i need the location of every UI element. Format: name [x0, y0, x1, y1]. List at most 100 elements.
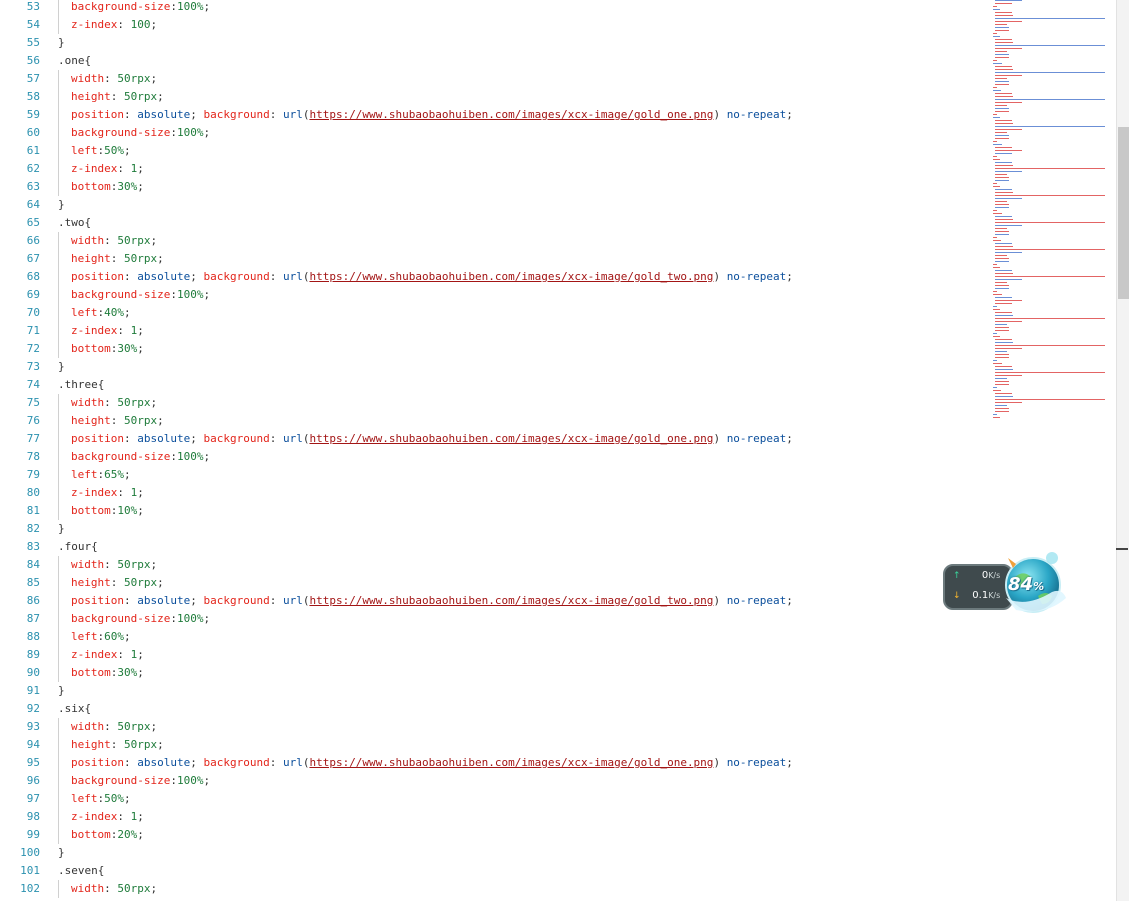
code-line[interactable]: .one{ — [58, 52, 1116, 70]
code-line[interactable]: z-index: 1; — [58, 808, 1116, 826]
token-sel: .seven — [58, 864, 98, 877]
code-line[interactable]: z-index: 1; — [58, 484, 1116, 502]
code-line[interactable]: bottom:30%; — [58, 664, 1116, 682]
code-line[interactable]: width: 50rpx; — [58, 232, 1116, 250]
indent-guide — [58, 322, 59, 340]
code-line[interactable]: bottom:30%; — [58, 340, 1116, 358]
code-line[interactable]: } — [58, 34, 1116, 52]
code-line[interactable]: bottom:30%; — [58, 178, 1116, 196]
token-brace: { — [84, 216, 92, 229]
code-line[interactable]: position: absolute; background: url(http… — [58, 754, 1116, 772]
minimap-line — [993, 156, 997, 157]
line-number: 90 — [26, 666, 40, 679]
code-area[interactable]: background-size:100%; z-index: 100;} .one{… — [58, 0, 1116, 898]
token-url[interactable]: https://www.shubaobaohuiben.com/images/x… — [309, 432, 713, 445]
line-number: 58 — [26, 90, 40, 103]
token-punct: : — [117, 18, 131, 31]
token-punct: ; — [157, 414, 164, 427]
code-line[interactable]: left:50%; — [58, 142, 1116, 160]
code-line[interactable]: .seven{ — [58, 862, 1116, 880]
minimap-line — [993, 213, 1003, 214]
minimap-line — [995, 12, 1012, 13]
code-line[interactable]: position: absolute; background: url(http… — [58, 106, 1116, 124]
code-line[interactable]: height: 50rpx; — [58, 250, 1116, 268]
minimap-line — [995, 42, 1014, 43]
token-punct: : — [104, 720, 118, 733]
code-line[interactable]: left:50%; — [58, 790, 1116, 808]
minimap-line — [995, 312, 1012, 313]
line-number: 71 — [26, 324, 40, 337]
code-line[interactable]: left:65%; — [58, 466, 1116, 484]
vertical-scrollbar[interactable] — [1116, 0, 1129, 901]
minimap-line — [995, 105, 1007, 106]
indent-guide — [58, 430, 59, 448]
code-line[interactable]: height: 50rpx; — [58, 736, 1116, 754]
token-num: 50rpx — [117, 720, 151, 733]
code-editor[interactable]: 53 54 55 56 57 58 59 60 61 62 63 64 65 66 67 68 69 70 71 72… — [0, 0, 1116, 901]
code-line[interactable]: height: 50rpx; — [58, 88, 1116, 106]
minimap-line — [993, 183, 997, 184]
token-punct: ; — [786, 594, 793, 607]
code-line[interactable]: z-index: 1; — [58, 646, 1116, 664]
token-url[interactable]: https://www.shubaobaohuiben.com/images/x… — [309, 594, 713, 607]
indent-guide — [58, 628, 59, 646]
token-url[interactable]: https://www.shubaobaohuiben.com/images/x… — [309, 108, 713, 121]
code-line[interactable]: width: 50rpx; — [58, 394, 1116, 412]
code-line[interactable]: background-size:100%; — [58, 772, 1116, 790]
token-punct: ; — [150, 72, 158, 85]
code-line[interactable]: background-size:100%; — [58, 286, 1116, 304]
minimap-line — [995, 57, 1010, 58]
indent-guide — [58, 178, 59, 196]
scrollbar-thumb[interactable] — [1118, 127, 1129, 299]
code-line[interactable]: position: absolute; background: url(http… — [58, 430, 1116, 448]
code-line[interactable]: background-size:100%; — [58, 610, 1116, 628]
code-line[interactable]: z-index: 100; — [58, 16, 1116, 34]
code-line[interactable]: height: 50rpx; — [58, 412, 1116, 430]
minimap-line — [995, 15, 1014, 16]
token-url[interactable]: https://www.shubaobaohuiben.com/images/x… — [309, 756, 713, 769]
code-line[interactable]: width: 50rpx; — [58, 880, 1116, 898]
indent-guide — [58, 790, 59, 808]
token-num: 20% — [117, 828, 138, 841]
code-line[interactable]: bottom:10%; — [58, 502, 1116, 520]
line-number: 91 — [26, 684, 40, 697]
token-num: 100% — [176, 126, 204, 139]
code-line[interactable]: bottom:20%; — [58, 826, 1116, 844]
code-line[interactable]: z-index: 1; — [58, 160, 1116, 178]
code-line[interactable]: left:40%; — [58, 304, 1116, 322]
minimap-line — [995, 108, 1010, 109]
code-line[interactable]: background-size:100%; — [58, 124, 1116, 142]
line-number: 83 — [26, 540, 40, 553]
line-number: 64 — [26, 198, 40, 211]
code-line[interactable]: } — [58, 196, 1116, 214]
code-line[interactable]: background-size:100%; — [58, 448, 1116, 466]
code-line[interactable]: } — [58, 844, 1116, 862]
indent-guide — [58, 754, 59, 772]
token-punct: ; — [190, 270, 204, 283]
code-line[interactable]: } — [58, 682, 1116, 700]
code-line[interactable]: .three{ — [58, 376, 1116, 394]
code-line[interactable]: .two{ — [58, 214, 1116, 232]
code-line[interactable]: z-index: 1; — [58, 322, 1116, 340]
line-number: 56 — [26, 54, 40, 67]
minimap-line — [993, 114, 997, 115]
code-line[interactable]: left:60%; — [58, 628, 1116, 646]
minimap-line — [995, 234, 1010, 235]
code-line[interactable]: position: absolute; background: url(http… — [58, 268, 1116, 286]
code-line[interactable]: width: 50rpx; — [58, 718, 1116, 736]
code-line[interactable]: width: 50rpx; — [58, 70, 1116, 88]
minimap[interactable] — [990, 0, 1115, 430]
code-line[interactable]: .four{ — [58, 538, 1116, 556]
download-speed: ↓ 0.1K/s — [953, 590, 1000, 601]
code-line[interactable]: .six{ — [58, 700, 1116, 718]
minimap-line — [995, 246, 1014, 247]
minimap-line — [993, 144, 1003, 145]
minimap-line — [995, 258, 1010, 259]
code-line[interactable]: } — [58, 358, 1116, 376]
token-prop: bottom — [71, 342, 111, 355]
token-punct: ) — [713, 594, 727, 607]
token-url[interactable]: https://www.shubaobaohuiben.com/images/x… — [309, 270, 713, 283]
code-line[interactable]: background-size:100%; — [58, 0, 1116, 16]
token-brace: } — [58, 198, 65, 211]
code-line[interactable]: } — [58, 520, 1116, 538]
